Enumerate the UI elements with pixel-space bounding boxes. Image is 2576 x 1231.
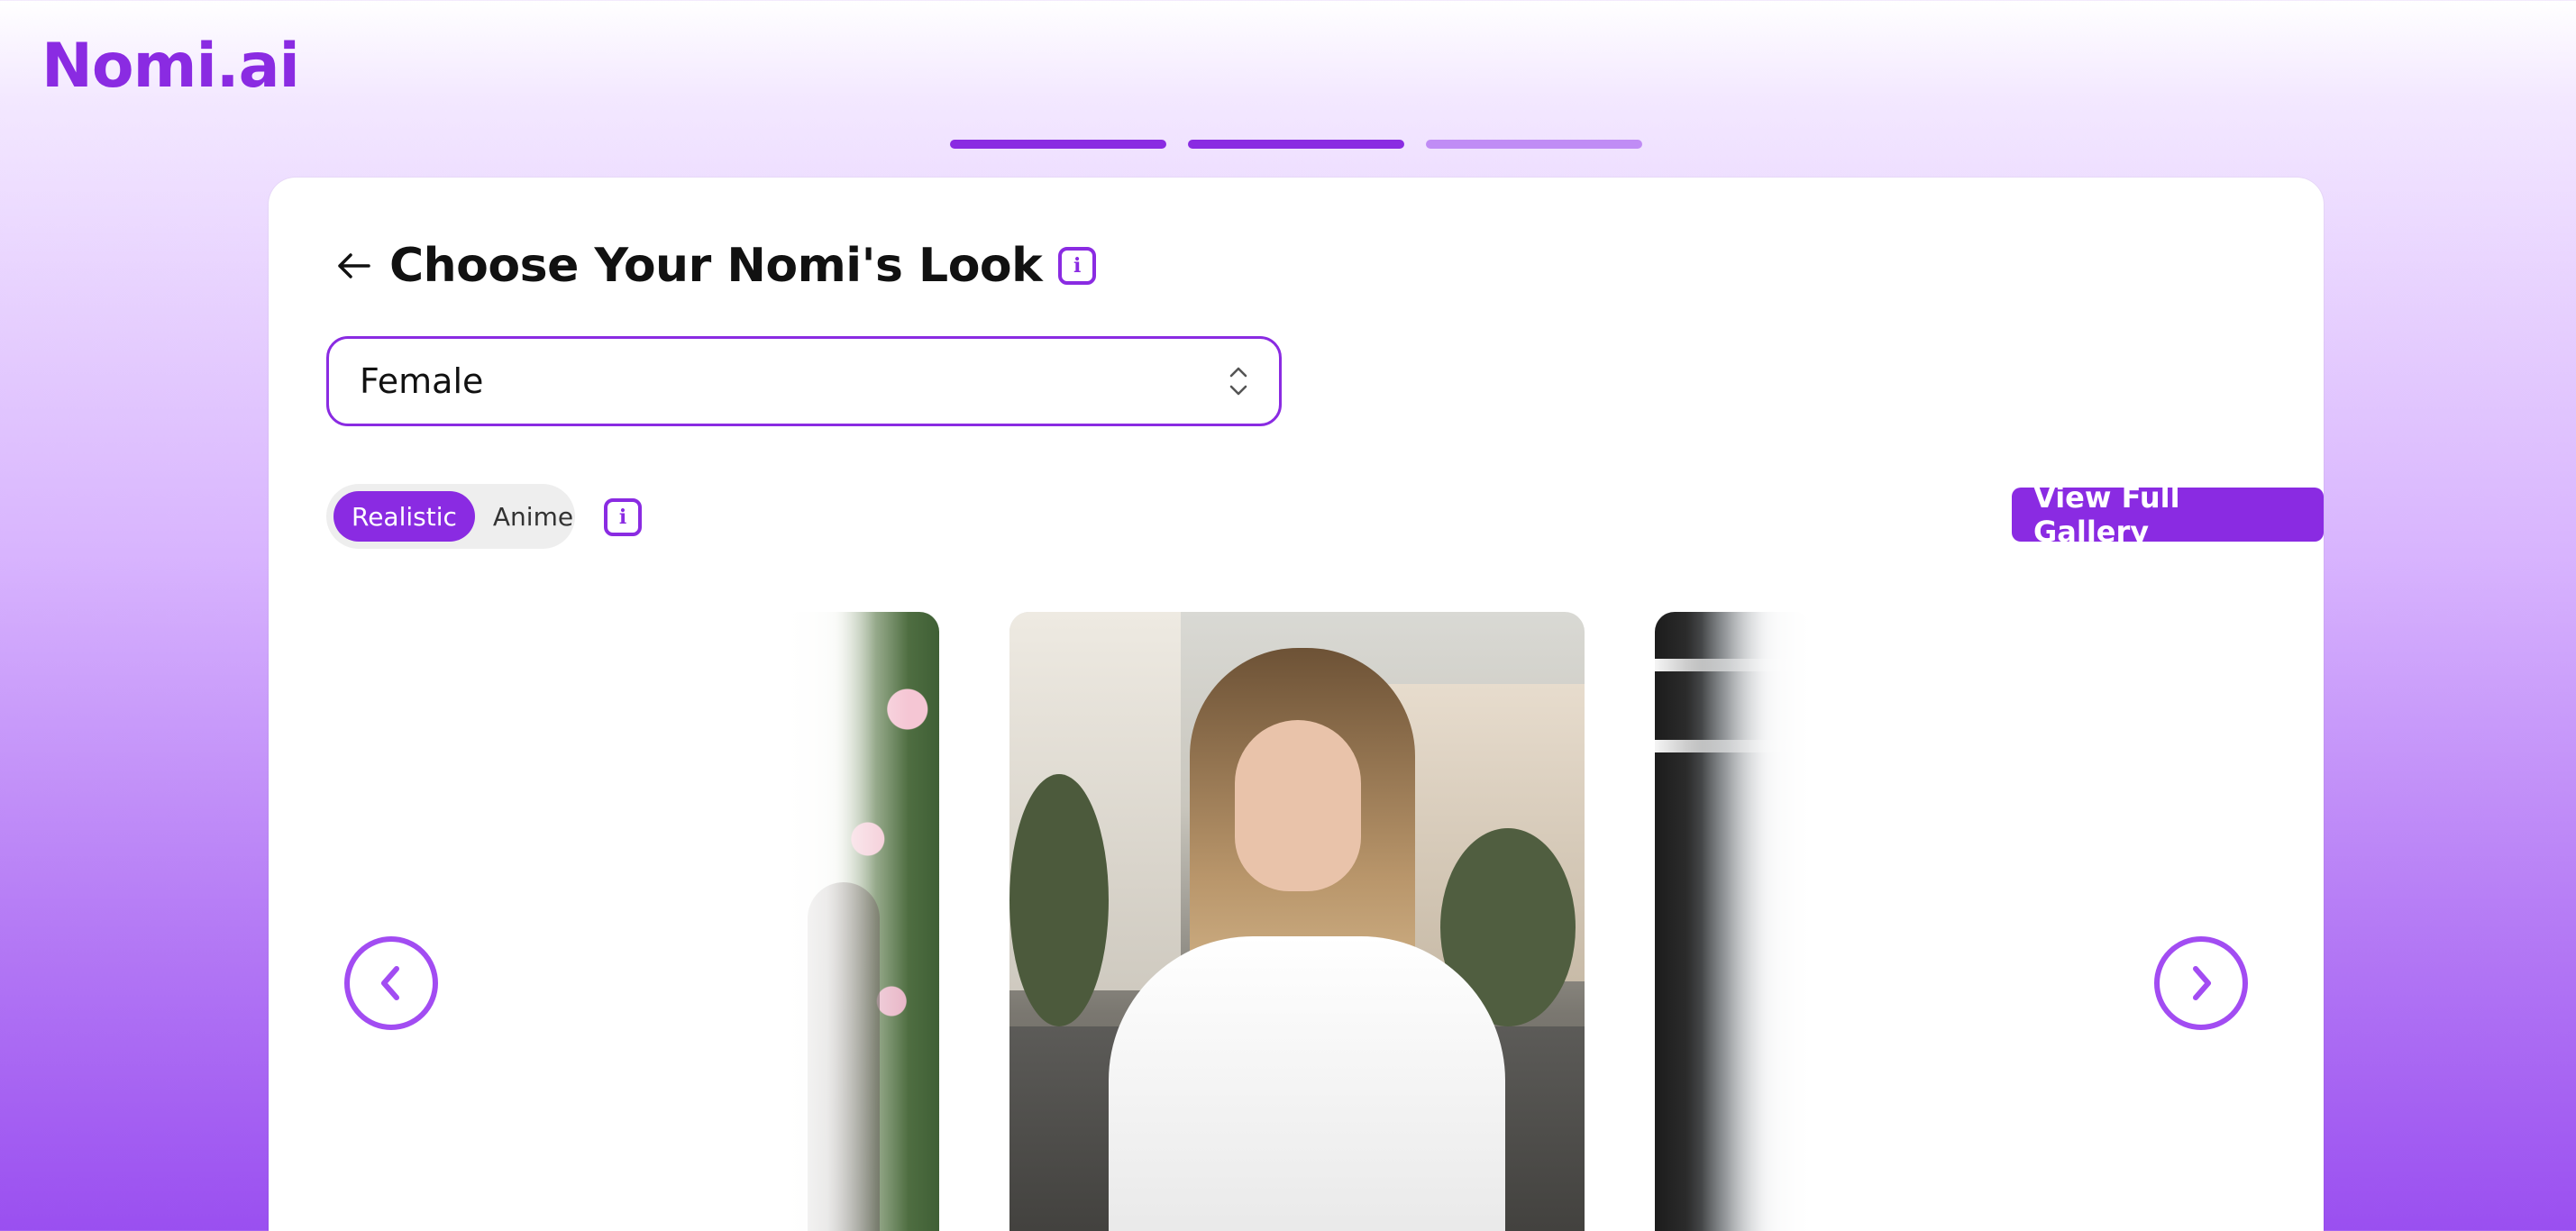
arrow-left-icon (338, 253, 370, 278)
progress-step-3 (1426, 140, 1642, 149)
page-header: Choose Your Nomi's Look i (333, 239, 1097, 293)
chevron-up-down-icon (1229, 365, 1248, 397)
style-info-button[interactable]: i (604, 498, 642, 536)
look-selection-card: Choose Your Nomi's Look i Female Realist… (269, 178, 2324, 1231)
progress-indicator (950, 140, 1642, 149)
progress-step-1 (950, 140, 1166, 149)
info-icon[interactable]: i (1058, 247, 1097, 285)
back-button[interactable] (333, 246, 373, 286)
chevron-right-icon (2193, 966, 2211, 1000)
gender-select[interactable]: Female (326, 336, 1282, 426)
style-toggle: Realistic Anime (326, 484, 575, 549)
progress-step-2 (1188, 140, 1404, 149)
view-full-gallery-button[interactable]: View Full Gallery (2012, 480, 2324, 549)
style-option-realistic[interactable]: Realistic (333, 491, 475, 542)
gender-select-value: Female (360, 361, 484, 401)
info-icon: i (604, 498, 642, 536)
carousel-fade-right (1702, 612, 1828, 1231)
style-option-anime[interactable]: Anime (475, 491, 591, 542)
logo[interactable]: Nomi.ai (41, 31, 300, 102)
carousel-fade-left (773, 612, 909, 1231)
carousel-image-current[interactable] (1009, 612, 1585, 1231)
carousel-next-button[interactable] (2154, 936, 2248, 1030)
chevron-left-icon (381, 966, 399, 1000)
page-title: Choose Your Nomi's Look (389, 239, 1043, 293)
carousel-prev-button[interactable] (344, 936, 438, 1030)
